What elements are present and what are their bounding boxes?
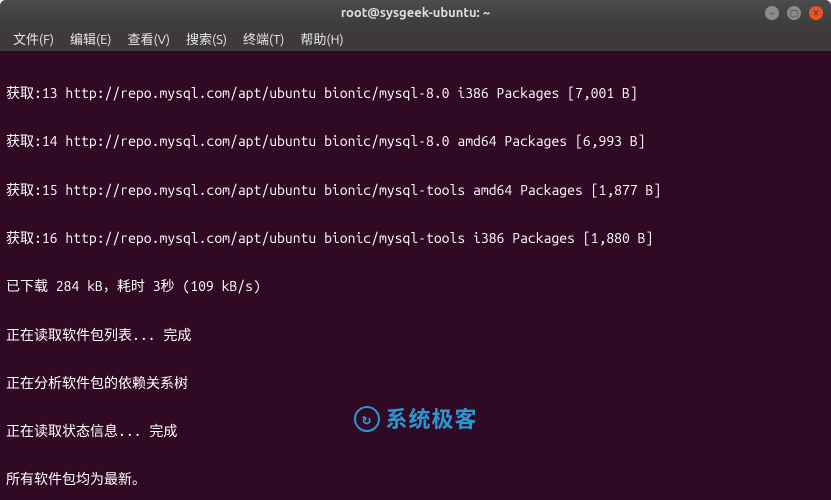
output-line: 所有软件包均为最新。 [6,471,825,487]
menubar: 文件(F) 编辑(E) 查看(V) 搜索(S) 终端(T) 帮助(H) [0,26,831,51]
menu-help[interactable]: 帮助(H) [293,27,350,50]
minimize-button[interactable]: – [765,6,779,20]
menu-view[interactable]: 查看(V) [121,27,177,50]
maximize-button[interactable]: ▢ [787,6,801,20]
output-line: 获取:14 http://repo.mysql.com/apt/ubuntu b… [6,133,825,149]
terminal-body[interactable]: 获取:13 http://repo.mysql.com/apt/ubuntu b… [0,51,831,500]
menu-search[interactable]: 搜索(S) [179,27,234,50]
menu-edit[interactable]: 编辑(E) [63,27,118,50]
titlebar[interactable]: root@sysgeek-ubuntu: ~ – ▢ ✕ [0,0,831,26]
output-line: 获取:13 http://repo.mysql.com/apt/ubuntu b… [6,85,825,101]
output-line: 正在分析软件包的依赖关系树 [6,375,825,391]
output-line: 正在读取软件包列表... 完成 [6,327,825,343]
window-title: root@sysgeek-ubuntu: ~ [8,6,823,20]
output-line: 获取:16 http://repo.mysql.com/apt/ubuntu b… [6,230,825,246]
output-line: 获取:15 http://repo.mysql.com/apt/ubuntu b… [6,182,825,198]
close-button[interactable]: ✕ [809,6,823,20]
menu-file[interactable]: 文件(F) [6,27,61,50]
window-controls: – ▢ ✕ [765,6,823,20]
output-line: 正在读取状态信息... 完成 [6,423,825,439]
output-line: 已下载 284 kB，耗时 3秒 (109 kB/s) [6,278,825,294]
terminal-window: root@sysgeek-ubuntu: ~ – ▢ ✕ 文件(F) 编辑(E)… [0,0,831,500]
menu-terminal[interactable]: 终端(T) [236,27,291,50]
